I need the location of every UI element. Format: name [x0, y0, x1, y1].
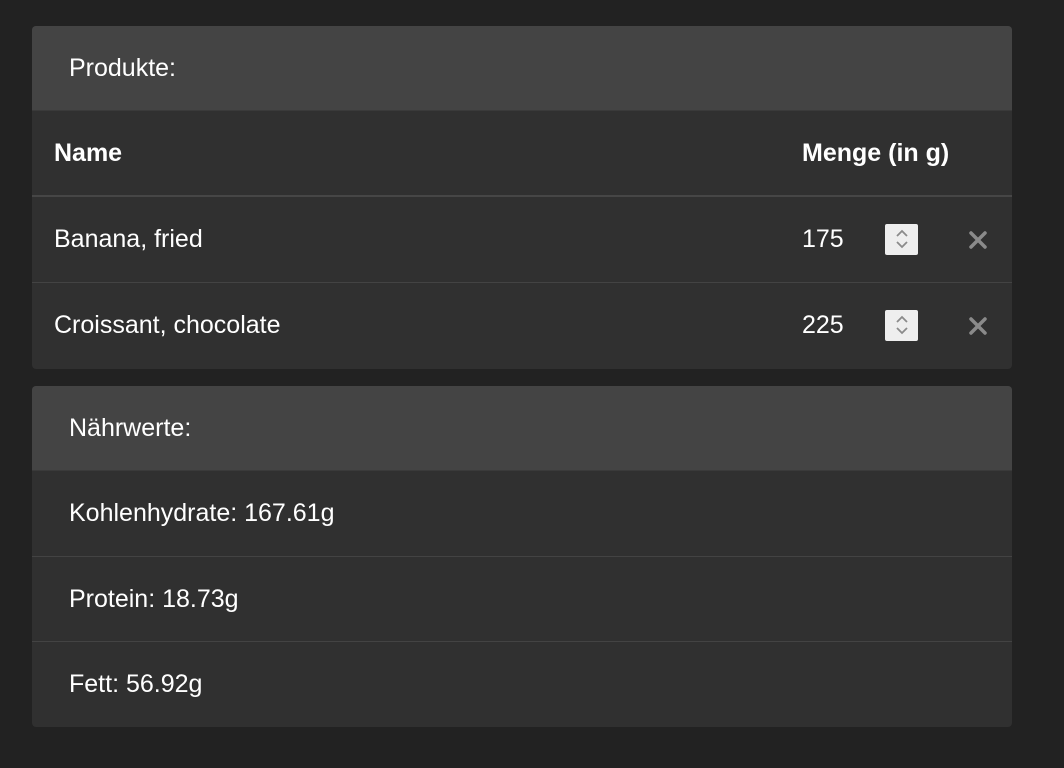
quantity-stepper [802, 307, 918, 343]
up-down-chevron-icon[interactable] [885, 309, 918, 341]
list-item: Fett: 56.92g [32, 641, 1012, 726]
product-name: Croissant, chocolate [54, 311, 281, 339]
up-down-chevron-icon[interactable] [885, 223, 918, 255]
table-row: Croissant, chocolate [32, 282, 1012, 367]
list-item: Kohlenhydrate: 167.61g [69, 499, 335, 527]
amount-input[interactable] [802, 307, 882, 343]
table-row: Banana, fried [32, 197, 1012, 282]
products-heading: Produkte: [32, 26, 1012, 111]
quantity-stepper [802, 221, 918, 257]
column-header-amount: Menge (in g) [802, 139, 950, 167]
column-header-name: Name [54, 139, 123, 167]
list-item: Protein: 18.73g [32, 556, 1012, 641]
close-icon[interactable] [965, 227, 991, 253]
close-icon[interactable] [965, 313, 991, 339]
product-name: Banana, fried [54, 225, 203, 253]
products-panel: Produkte: Name Menge (in g) Banana, frie… [32, 26, 1012, 369]
nutrients-heading: Nährwerte: [32, 386, 1012, 471]
amount-input[interactable] [802, 221, 882, 257]
products-table-header: Name Menge (in g) [32, 111, 1012, 197]
nutrients-panel: Nährwerte: Kohlenhydrate: 167.61g Protei… [32, 386, 1012, 727]
